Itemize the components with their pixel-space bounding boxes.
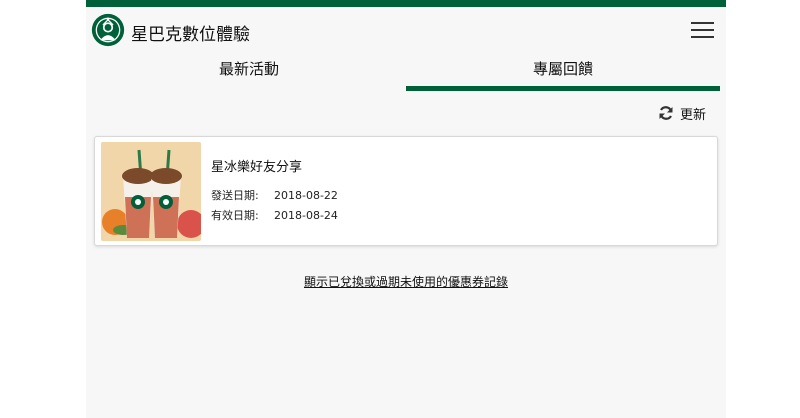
- expire-date-label: 有效日期:: [211, 209, 259, 222]
- starbucks-logo[interactable]: [91, 13, 125, 47]
- refresh-label: 更新: [679, 107, 706, 123]
- brand-title: 星巴克數位體驗: [131, 25, 250, 45]
- coupon-card[interactable]: 星冰樂好友分享 發送日期: 2018-08-22 有效日期: 2018-08-24: [94, 136, 718, 246]
- tab-bar: 最新活動 專屬回饋: [86, 53, 726, 91]
- expire-date-row: 有效日期: 2018-08-24: [211, 207, 338, 223]
- coupon-history-link[interactable]: 顯示已兌換或過期未使用的優惠券記錄: [86, 273, 726, 290]
- expire-date-value: 2018-08-24: [274, 209, 338, 222]
- send-date-row: 發送日期: 2018-08-22: [211, 187, 338, 203]
- coupon-title: 星冰樂好友分享: [211, 160, 303, 175]
- tab-latest-activities[interactable]: 最新活動: [86, 53, 412, 91]
- hamburger-menu-icon[interactable]: [691, 22, 714, 40]
- coupon-image: [101, 142, 201, 241]
- send-date-value: 2018-08-22: [274, 189, 338, 202]
- send-date-label: 發送日期:: [211, 189, 259, 202]
- refresh-button[interactable]: 更新: [658, 102, 706, 124]
- app-container: 星巴克數位體驗 最新活動 專屬回饋 更新 星冰樂好友分享 發送日期: 2018-…: [86, 0, 726, 418]
- tab-label: 專屬回饋: [532, 60, 593, 78]
- header: 星巴克數位體驗: [86, 7, 726, 53]
- active-tab-indicator: [406, 86, 720, 91]
- tab-exclusive-rewards[interactable]: 專屬回饋: [406, 53, 720, 91]
- top-accent-bar: [86, 0, 726, 7]
- refresh-icon: [659, 106, 673, 120]
